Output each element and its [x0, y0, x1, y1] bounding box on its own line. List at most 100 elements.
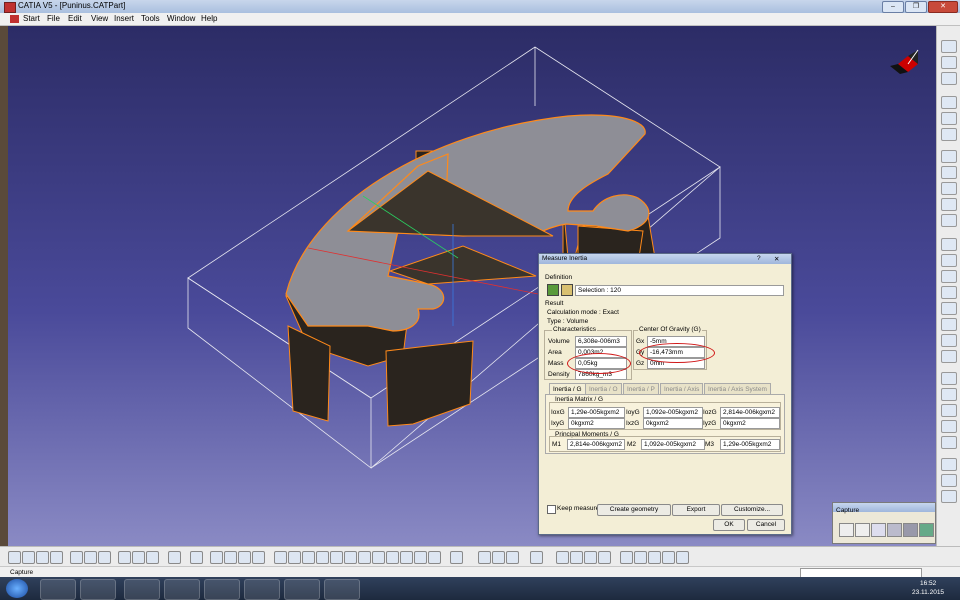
material-icon[interactable] — [506, 551, 519, 564]
menu-file[interactable]: File — [47, 14, 60, 23]
pan-icon[interactable] — [302, 551, 315, 564]
tool-icon[interactable] — [941, 458, 957, 471]
customize-button[interactable]: Customize... — [721, 504, 783, 516]
options-icon[interactable] — [919, 523, 934, 537]
media-player-icon[interactable] — [80, 579, 116, 600]
minimize-button[interactable]: – — [882, 1, 904, 13]
compass-icon[interactable] — [888, 42, 928, 82]
tool-icon[interactable] — [941, 350, 957, 363]
tool-icon[interactable] — [941, 420, 957, 433]
tool-icon[interactable] — [941, 334, 957, 347]
tool-icon[interactable] — [941, 198, 957, 211]
menu-edit[interactable]: Edit — [68, 14, 82, 23]
tool-icon[interactable] — [648, 551, 661, 564]
tool-icon[interactable] — [941, 254, 957, 267]
acrobat-icon[interactable] — [324, 579, 360, 600]
help-button[interactable]: ? — [757, 255, 761, 262]
selection-field[interactable]: Selection : 120 — [575, 285, 784, 296]
tool-icon[interactable] — [941, 150, 957, 163]
undo-icon[interactable] — [118, 551, 131, 564]
word-icon[interactable] — [284, 579, 320, 600]
tool-icon[interactable] — [941, 112, 957, 125]
tool-icon[interactable] — [941, 404, 957, 417]
tool-icon[interactable] — [941, 302, 957, 315]
part-geometry[interactable] — [8, 26, 936, 546]
image-icon[interactable] — [903, 523, 918, 537]
tool-icon[interactable] — [224, 551, 237, 564]
ok-button[interactable]: OK — [713, 519, 745, 531]
fit-all-icon[interactable] — [288, 551, 301, 564]
tool-icon[interactable] — [238, 551, 251, 564]
menu-tools[interactable]: Tools — [141, 14, 160, 23]
start-orb-icon[interactable] — [6, 579, 28, 598]
tool-icon[interactable] — [598, 551, 611, 564]
camera-icon[interactable] — [887, 523, 902, 537]
internet-explorer-icon[interactable] — [40, 579, 76, 600]
create-geometry-button[interactable]: Create geometry — [597, 504, 671, 516]
pdf-reader-icon[interactable] — [164, 579, 200, 600]
normal-view-icon[interactable] — [358, 551, 371, 564]
tool-icon[interactable] — [941, 128, 957, 141]
keep-measure-checkbox[interactable] — [547, 505, 556, 514]
tool-icon[interactable] — [941, 72, 957, 85]
swap-space-icon[interactable] — [414, 551, 427, 564]
help-icon[interactable] — [146, 551, 159, 564]
tool-icon[interactable] — [634, 551, 647, 564]
catia-app-icon[interactable] — [4, 2, 16, 13]
record-icon[interactable] — [839, 523, 854, 537]
rotate-icon[interactable] — [316, 551, 329, 564]
tool-icon[interactable] — [450, 551, 463, 564]
tool-icon[interactable] — [941, 214, 957, 227]
tool-icon[interactable] — [530, 551, 543, 564]
tool-icon[interactable] — [941, 490, 957, 503]
tool-icon[interactable] — [570, 551, 583, 564]
shading-icon[interactable] — [386, 551, 399, 564]
tool-icon[interactable] — [620, 551, 633, 564]
tool-icon[interactable] — [428, 551, 441, 564]
iso-view-icon[interactable] — [372, 551, 385, 564]
select-icon[interactable] — [855, 523, 870, 537]
selection-icon[interactable] — [547, 284, 559, 296]
print-icon[interactable] — [50, 551, 63, 564]
tool-icon[interactable] — [584, 551, 597, 564]
tool-icon[interactable] — [941, 270, 957, 283]
tool-icon[interactable] — [941, 474, 957, 487]
open-icon[interactable] — [22, 551, 35, 564]
tool-icon[interactable] — [941, 182, 957, 195]
tool-icon[interactable] — [210, 551, 223, 564]
cut-icon[interactable] — [70, 551, 83, 564]
sketch-tool-icon[interactable] — [941, 40, 957, 53]
zoom-in-icon[interactable] — [330, 551, 343, 564]
cancel-button[interactable]: Cancel — [747, 519, 785, 531]
new-icon[interactable] — [8, 551, 21, 564]
tool-icon[interactable] — [941, 286, 957, 299]
notepad-icon[interactable] — [244, 579, 280, 600]
3d-viewport[interactable] — [8, 26, 936, 546]
formula-icon[interactable] — [168, 551, 181, 564]
tool-icon[interactable] — [941, 166, 957, 179]
menu-start[interactable]: Start — [23, 14, 40, 23]
tool-icon[interactable] — [941, 388, 957, 401]
tool-icon[interactable] — [941, 436, 957, 449]
tool-icon[interactable] — [556, 551, 569, 564]
fly-mode-icon[interactable] — [274, 551, 287, 564]
tool-icon[interactable] — [941, 238, 957, 251]
capture-icon[interactable] — [871, 523, 886, 537]
paste-icon[interactable] — [98, 551, 111, 564]
menu-window[interactable]: Window — [167, 14, 195, 23]
catia-icon[interactable] — [204, 579, 240, 600]
selection-mode-icon[interactable] — [561, 284, 573, 296]
file-explorer-icon[interactable] — [124, 579, 160, 600]
hide-show-icon[interactable] — [400, 551, 413, 564]
tool-icon[interactable] — [662, 551, 675, 564]
tool-icon[interactable] — [252, 551, 265, 564]
copy-icon[interactable] — [84, 551, 97, 564]
dialog-close-button[interactable]: ✕ — [774, 255, 779, 263]
tool-icon[interactable] — [941, 56, 957, 69]
close-button[interactable]: ✕ — [928, 1, 958, 13]
menu-insert[interactable]: Insert — [114, 14, 134, 23]
tool-icon[interactable] — [941, 372, 957, 385]
tool-icon[interactable] — [941, 318, 957, 331]
export-button[interactable]: Export — [672, 504, 720, 516]
tool-icon[interactable] — [492, 551, 505, 564]
